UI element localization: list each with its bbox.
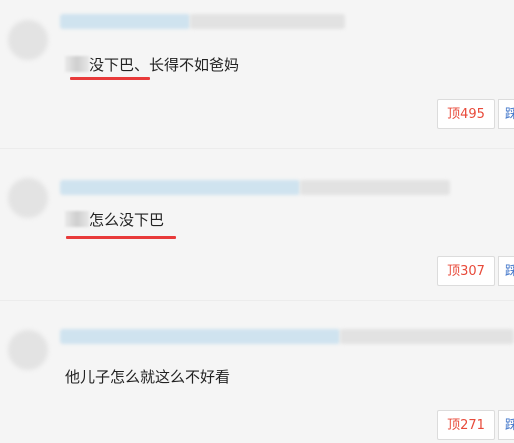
- downvote-button[interactable]: 踩: [498, 99, 514, 129]
- redacted-name: [65, 56, 89, 72]
- upvote-button[interactable]: 顶495: [437, 99, 495, 129]
- meta-blurred: [340, 329, 514, 344]
- upvote-button[interactable]: 顶271: [437, 410, 495, 440]
- meta-blurred: [190, 14, 345, 29]
- highlight-underline: [70, 77, 150, 80]
- username-blurred: [60, 14, 190, 29]
- avatar: [8, 20, 48, 60]
- highlight-underline: [66, 236, 176, 239]
- avatar: [8, 178, 48, 218]
- redacted-name: [65, 211, 89, 227]
- comment-item: 没下巴、长得不如爸妈 顶495 踩: [0, 0, 514, 140]
- upvote-button[interactable]: 顶307: [437, 256, 495, 286]
- downvote-button[interactable]: 踩: [498, 410, 514, 440]
- divider: [0, 148, 514, 149]
- meta-blurred: [300, 180, 450, 195]
- comment-text: 他儿子怎么就这么不好看: [65, 368, 231, 386]
- username-blurred: [60, 180, 300, 195]
- divider: [0, 300, 514, 301]
- downvote-button[interactable]: 踩: [498, 256, 514, 286]
- comment-text: 怎么没下巴: [65, 210, 164, 230]
- username-blurred: [60, 329, 340, 344]
- comment-item: 他儿子怎么就这么不好看 顶271 踩: [0, 302, 514, 443]
- comment-item: 怎么没下巴 顶307 踩: [0, 150, 514, 290]
- comment-text: 没下巴、长得不如爸妈: [65, 55, 239, 75]
- avatar: [8, 330, 48, 370]
